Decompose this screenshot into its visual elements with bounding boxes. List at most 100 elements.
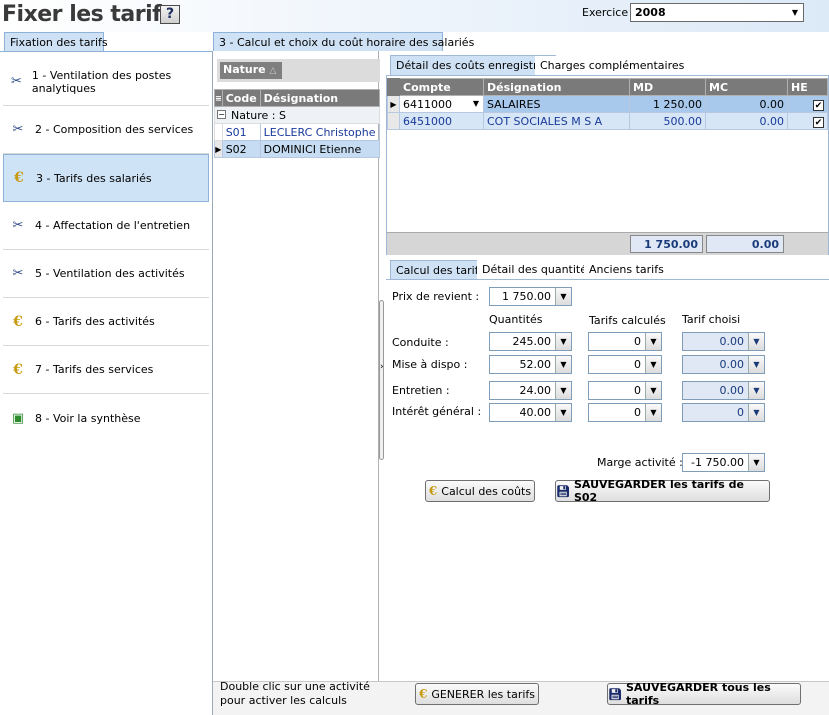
exercice-value: 2008 [635, 6, 666, 19]
row-designation: LECLERC Christophe [259, 123, 380, 141]
collapse-icon[interactable]: − [217, 110, 226, 119]
conduite-calc-field[interactable]: 0 ▼ [588, 332, 662, 351]
scissors-icon: ✂ [12, 218, 24, 233]
nav-item-affectation-entretien[interactable]: ✂ 4 - Affectation de l'entretien [3, 202, 209, 250]
save-all-tarifs-button[interactable]: 💾︎ SAUVEGARDER tous les tarifs [607, 681, 801, 707]
entretien-choisi-field[interactable]: 0.00 ▼ [682, 381, 765, 400]
row-mc: 0.00 [705, 95, 788, 113]
calcul-couts-label: Calcul des coûts [441, 484, 532, 498]
tab-calcul-des-tarifs[interactable]: Calcul des tarifs [390, 260, 491, 280]
nav-item-ventilation-postes[interactable]: ✂ 1 - Ventilation des postes analytiques [3, 58, 209, 106]
chevron-down-icon[interactable]: ▼ [555, 356, 571, 373]
tab-detail-quantites[interactable]: Détail des quantités [477, 260, 598, 280]
table-row-selected[interactable]: ▶ 6411000 ▼ SALAIRES 1 250.00 0.00 ✔ [387, 95, 828, 113]
mise-a-dispo-calc-field[interactable]: 0 ▼ [588, 355, 662, 374]
nav-item-ventilation-activites[interactable]: ✂ 5 - Ventilation des activités [3, 250, 209, 298]
marge-activite-label: Marge activité : [597, 456, 683, 469]
marge-activite-field[interactable]: -1 750.00 ▼ [682, 453, 765, 472]
help-button[interactable]: ? [160, 5, 180, 24]
mise-a-dispo-qte-field[interactable]: 52.00 ▼ [489, 355, 572, 374]
row-compte: 6451000 [399, 112, 484, 130]
interet-general-qte-field[interactable]: 40.00 ▼ [489, 403, 572, 422]
tab-anciens-tarifs[interactable]: Anciens tarifs [584, 260, 669, 280]
marge-value: -1 750.00 [691, 456, 744, 469]
chevron-down-icon[interactable]: ▼ [645, 356, 661, 373]
nav-item-tarifs-services[interactable]: € 7 - Tarifs des services [3, 346, 209, 394]
chevron-down-icon[interactable]: ▼ [748, 404, 764, 421]
interet-general-choisi-field[interactable]: 0 ▼ [682, 403, 765, 422]
table-row[interactable]: 6451000 COT SOCIALES M S A 500.00 0.00 ✔ [387, 112, 828, 130]
mise-a-dispo-choisi-field[interactable]: 0.00 ▼ [682, 355, 765, 374]
qte-value: 52.00 [519, 358, 552, 371]
chevron-down-icon[interactable]: ▼ [555, 382, 571, 399]
group-row[interactable]: − Nature : S [214, 106, 380, 124]
prix-revient-field[interactable]: 1 750.00 ▼ [489, 287, 572, 306]
chevron-down-icon[interactable]: ▼ [748, 333, 764, 350]
euro-icon: € [428, 484, 438, 498]
chevron-down-icon[interactable]: ▼ [645, 404, 661, 421]
he-checkbox[interactable]: ✔ [813, 116, 824, 128]
nav-item-composition-services[interactable]: ✂ 2 - Composition des services [3, 106, 209, 154]
left-nav-panel: ✂ 1 - Ventilation des postes analytiques… [0, 51, 213, 715]
group-nature-button[interactable]: Nature △ [220, 62, 282, 79]
nav-item-tarifs-salaries[interactable]: € 3 - Tarifs des salariés [3, 154, 209, 202]
row-compte: 6411000 [403, 97, 452, 111]
conduite-choisi-field[interactable]: 0.00 ▼ [682, 332, 765, 351]
scissors-icon: ✂ [10, 74, 22, 89]
generer-tarifs-button[interactable]: € GENERER les tarifs [415, 683, 539, 705]
group-row-label: Nature : S [231, 108, 286, 122]
col-quantites-label: Quantités [489, 313, 543, 326]
chevron-down-icon[interactable]: ▼ [748, 382, 764, 399]
document-check-icon: ▣ [11, 410, 25, 426]
row-designation: SALAIRES [483, 95, 630, 113]
column-header-compte[interactable]: Compte [399, 78, 484, 96]
column-header-designation[interactable]: Désignation [259, 89, 380, 107]
chevron-down-icon[interactable]: ▼ [748, 356, 764, 373]
row-md: 500.00 [629, 112, 706, 130]
tab-detail-couts[interactable]: Détail des coûts enregistrés [390, 55, 556, 75]
chevron-down-icon[interactable]: ▼ [645, 382, 661, 399]
table-row-selected[interactable]: ▶ S02 DOMINICI Etienne [214, 140, 380, 158]
choisi-value: 0.00 [719, 384, 745, 397]
nav-item-voir-synthese[interactable]: ▣ 8 - Voir la synthèse [3, 394, 209, 442]
calcul-couts-button[interactable]: € Calcul des coûts [425, 480, 535, 502]
grid-column-chooser-icon[interactable]: ≡ [214, 89, 223, 107]
chevron-down-icon[interactable]: ▼ [645, 333, 661, 350]
nav-item-tarifs-activites[interactable]: € 6 - Tarifs des activités [3, 298, 209, 346]
cost-detail-grid: Compte Désignation MD MC HE ▶ 6411000 ▼ … [387, 78, 828, 130]
save-tarifs-employee-button[interactable]: 💾︎ SAUVEGARDER les tarifs de S02 [555, 478, 770, 504]
prix-revient-label: Prix de revient : [392, 290, 480, 303]
prix-revient-value: 1 750.00 [502, 290, 551, 303]
tab-fixation-des-tarifs[interactable]: Fixation des tarifs [4, 32, 108, 51]
euro-icon: € [14, 170, 24, 186]
column-header-he[interactable]: HE [787, 78, 828, 96]
entretien-label: Entretien : [392, 384, 450, 397]
nav-item-label: 7 - Tarifs des services [35, 363, 154, 376]
conduite-qte-field[interactable]: 245.00 ▼ [489, 332, 572, 351]
sort-asc-icon: △ [269, 66, 277, 76]
chevron-down-icon[interactable]: ▼ [555, 404, 571, 421]
tab-calcul-cout-horaire[interactable]: 3 - Calcul et choix du coût horaire des … [213, 32, 474, 51]
row-code: S02 [221, 140, 261, 158]
column-header-mc[interactable]: MC [705, 78, 788, 96]
he-checkbox[interactable]: ✔ [813, 99, 824, 111]
exercice-label: Exercice [582, 6, 629, 19]
nav-item-label: 8 - Voir la synthèse [35, 411, 141, 425]
column-header-md[interactable]: MD [629, 78, 706, 96]
tab-charges-complementaires[interactable]: Charges complémentaires [535, 56, 690, 76]
splitter-handle[interactable] [379, 300, 384, 460]
interet-general-calc-field[interactable]: 0 ▼ [588, 403, 662, 422]
column-header-designation[interactable]: Désignation [483, 78, 630, 96]
table-row[interactable]: S01 LECLERC Christophe [214, 123, 380, 141]
entretien-qte-field[interactable]: 24.00 ▼ [489, 381, 572, 400]
chevron-down-icon[interactable]: ▼ [555, 288, 571, 305]
choisi-value: 0 [737, 406, 744, 419]
row-pointer-icon: ▶ [214, 140, 223, 158]
entretien-calc-field[interactable]: 0 ▼ [588, 381, 662, 400]
col-tarif-choisi-label: Tarif choisi [682, 313, 741, 326]
column-header-code[interactable]: Code [221, 89, 261, 107]
chevron-down-icon[interactable]: ▼ [555, 333, 571, 350]
chevron-down-icon[interactable]: ▼ [748, 454, 764, 471]
exercice-select[interactable]: 2008 ▼ [630, 3, 804, 22]
compte-dropdown[interactable]: 6411000 ▼ [399, 95, 484, 113]
